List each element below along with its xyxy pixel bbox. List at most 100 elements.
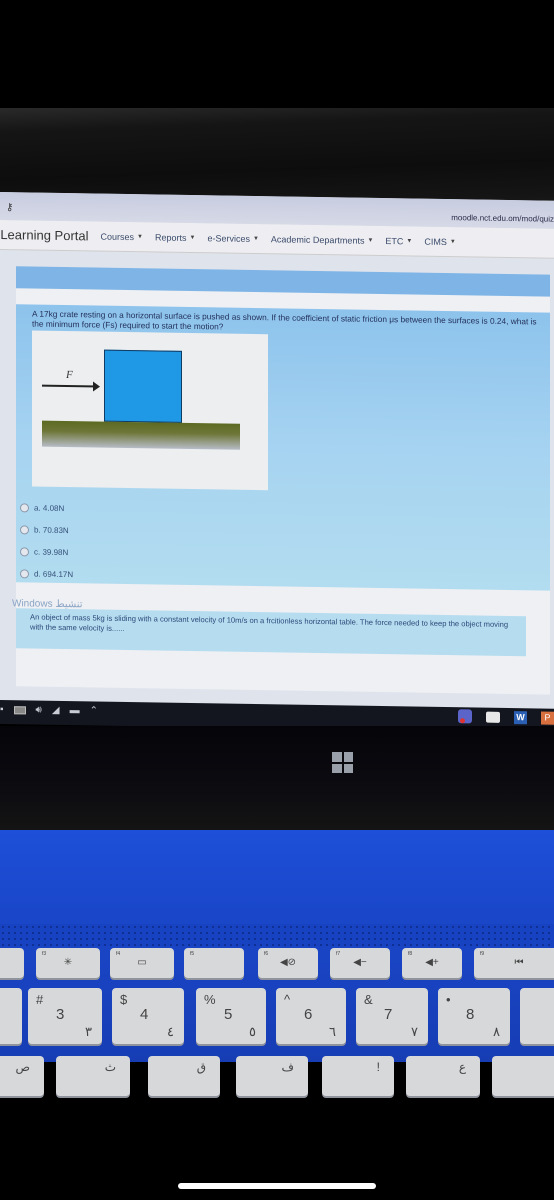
key-2[interactable]: [0, 988, 22, 1044]
volume-icon[interactable]: 🔊︎: [36, 705, 42, 716]
url-field[interactable]: moodle.nct.edu.om/mod/quiz: [451, 213, 554, 224]
key-shift-symbol: ^: [284, 992, 291, 1007]
word-icon[interactable]: W: [514, 710, 527, 724]
nav-courses[interactable]: Courses ▼: [101, 231, 143, 242]
nav-etc[interactable]: ETC ▼: [385, 236, 412, 246]
key-arabic-digit: ٧: [411, 1024, 418, 1039]
option-b[interactable]: b. 70.83N: [20, 518, 73, 541]
key-y[interactable]: ع: [406, 1056, 480, 1096]
key-5[interactable]: % 5 ٥: [196, 988, 266, 1044]
key-q[interactable]: ص: [0, 1056, 44, 1096]
battery-icon[interactable]: ▬: [70, 705, 80, 716]
key-t[interactable]: !: [322, 1056, 394, 1096]
powerpoint-icon[interactable]: P: [541, 710, 554, 725]
volume-down-icon: ◀−: [353, 957, 367, 968]
speaker-grille: [0, 924, 554, 946]
key-digit: 3: [56, 1006, 65, 1023]
question-2-text: An object of mass 5kg is sliding with a …: [30, 612, 509, 633]
nav-label: Courses: [100, 231, 135, 242]
key-f8[interactable]: f8 ◀+: [402, 948, 462, 978]
key-3[interactable]: #3 ٣: [28, 988, 102, 1044]
option-a[interactable]: a. 4.08N: [20, 496, 73, 519]
volume-up-icon: ◀+: [425, 957, 439, 968]
key-6[interactable]: ^ 6 ٦: [276, 988, 346, 1044]
caret-down-icon: ▼: [406, 237, 413, 244]
nav-label: Academic Departments: [270, 233, 365, 246]
radio-button[interactable]: [20, 568, 29, 578]
site-brand[interactable]: -Learning Portal: [0, 227, 89, 243]
teams-icon[interactable]: [458, 709, 472, 724]
key-9[interactable]: [520, 988, 554, 1044]
mail-icon[interactable]: [486, 711, 500, 723]
key-digit: 5: [224, 1006, 233, 1023]
key-digit: 8: [466, 1006, 475, 1023]
option-c[interactable]: c. 39.98N: [20, 540, 73, 563]
keyboard-deck: f3 ✳ f4 ▭ f5 f6 ◀⊘ f7 ◀− f8 ◀+ f9 ⏮ #3 ٣ $4 ٤ % 5…: [0, 830, 554, 1096]
key-arabic-letter: ث: [104, 1060, 116, 1074]
key-digit: 7: [384, 1006, 393, 1023]
key-shift-symbol: •: [446, 992, 451, 1007]
crate: [104, 349, 182, 423]
key-f9[interactable]: f9 ⏮: [474, 948, 554, 978]
notification-icon[interactable]: ▪: [0, 704, 4, 715]
question-1: A 17kg crate resting on a horizontal sur…: [16, 304, 550, 591]
key-icon[interactable]: ⚷: [6, 202, 13, 213]
key-shift-symbol: %: [204, 992, 216, 1007]
option-label: d. 694.17N: [34, 569, 74, 579]
key-f3[interactable]: f3 ✳: [36, 948, 100, 978]
caret-down-icon: ▼: [252, 235, 259, 242]
home-indicator[interactable]: [178, 1183, 376, 1189]
key-f6[interactable]: f6 ◀⊘: [258, 948, 318, 978]
key-w[interactable]: ث: [56, 1056, 130, 1096]
question-figure: F: [32, 330, 268, 491]
chevron-up-icon[interactable]: ⌃: [90, 705, 98, 716]
question-2-box: An object of mass 5kg is sliding with a …: [16, 608, 526, 657]
radio-button[interactable]: [20, 546, 29, 556]
key-arabic-letter: ف: [281, 1060, 294, 1074]
wifi-icon[interactable]: ◢: [52, 705, 60, 716]
key-e[interactable]: ق: [148, 1056, 220, 1096]
key-shift-symbol: $: [120, 992, 128, 1007]
key-7[interactable]: & 7 ٧: [356, 988, 428, 1044]
key-arabic-digit: ٨: [493, 1024, 500, 1039]
mute-icon: ◀⊘: [279, 957, 297, 968]
option-label: a. 4.08N: [34, 503, 65, 513]
key-r[interactable]: ف: [236, 1056, 308, 1096]
option-d[interactable]: d. 694.17N: [20, 562, 73, 585]
system-tray: ▪ 🔊︎ ◢ ▬ ⌃: [0, 704, 98, 717]
key-f7[interactable]: f7 ◀−: [330, 948, 390, 978]
pinned-apps: W P: [458, 709, 554, 725]
caret-down-icon: ▼: [367, 237, 374, 244]
force-arrow-icon: [42, 384, 98, 388]
answer-options: a. 4.08N b. 70.83N c. 39.98N d. 694.17N: [20, 496, 73, 585]
nav-label: Reports: [154, 231, 187, 243]
key-arabic-digit: ٤: [167, 1024, 174, 1039]
key-f4[interactable]: f4 ▭: [110, 948, 174, 978]
nav-reports[interactable]: Reports ▼: [155, 232, 195, 243]
nav-academic-departments[interactable]: Academic Departments ▼: [271, 234, 374, 246]
laptop-bottom-bezel: [0, 726, 554, 830]
caret-down-icon: ▼: [449, 238, 456, 245]
caret-down-icon: ▼: [189, 234, 196, 241]
laptop-screen: ⚷ moodle.nct.edu.om/mod/quiz -Learning P…: [0, 192, 554, 731]
key-f2[interactable]: [0, 948, 24, 978]
nav-e-services[interactable]: e-Services ▼: [207, 233, 258, 244]
key-arabic-digit: ٦: [329, 1024, 336, 1039]
radio-button[interactable]: [20, 502, 29, 512]
keyboard-icon[interactable]: [13, 705, 26, 714]
key-u[interactable]: [492, 1056, 554, 1096]
photo-of-laptop: ⚷ moodle.nct.edu.om/mod/quiz -Learning P…: [0, 0, 554, 1200]
option-label: c. 39.98N: [34, 547, 69, 557]
windows-logo-icon: [332, 752, 353, 773]
key-shift-symbol: #: [36, 992, 44, 1007]
radio-button[interactable]: [20, 524, 29, 534]
quiz-header-strip: [16, 266, 550, 297]
key-fn-label: f5: [190, 951, 195, 957]
key-arabic-digit: ٥: [249, 1024, 256, 1039]
ground-surface: [42, 420, 240, 450]
key-4[interactable]: $4 ٤: [112, 988, 184, 1044]
key-f5[interactable]: f5: [184, 948, 244, 978]
nav-cims[interactable]: CIMS ▼: [424, 236, 455, 246]
nav-label: CIMS: [424, 236, 447, 247]
key-8[interactable]: • 8 ٨: [438, 988, 510, 1044]
